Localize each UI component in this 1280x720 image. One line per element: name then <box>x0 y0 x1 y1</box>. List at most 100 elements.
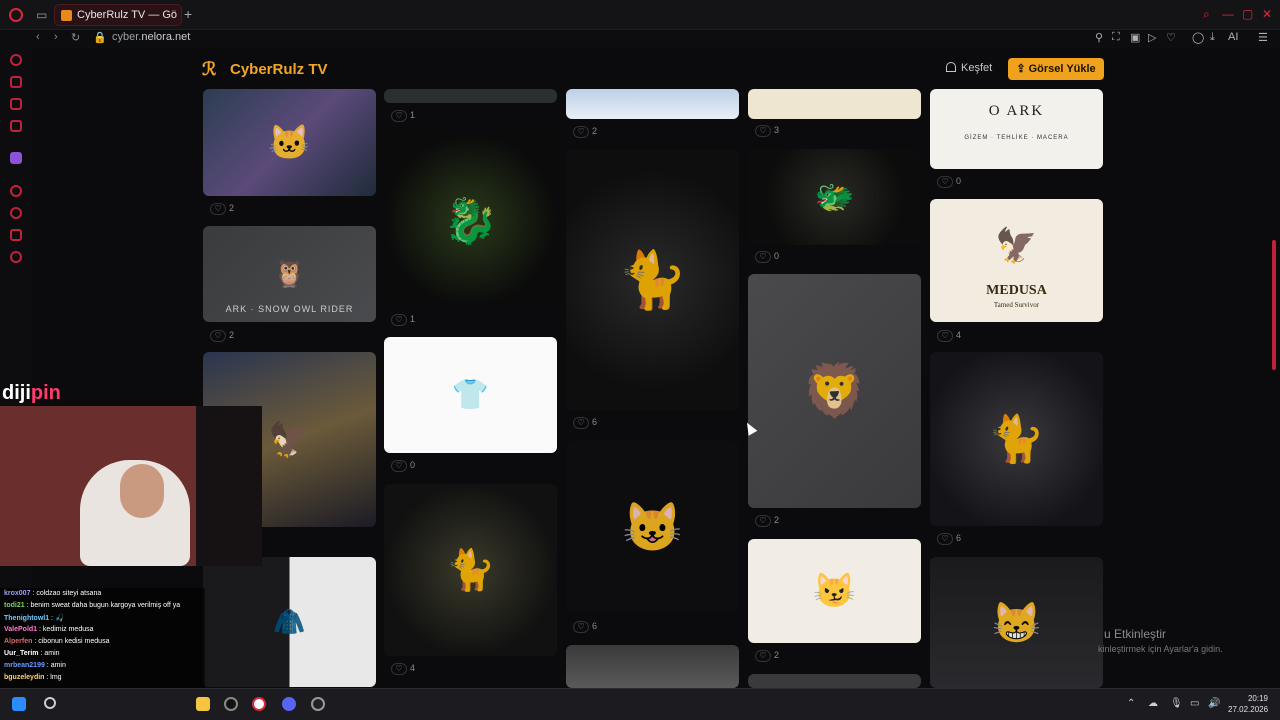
like-count: 6 <box>592 417 598 427</box>
like-counter[interactable]: ♡ 4 <box>937 330 961 344</box>
gallery-card[interactable]: 😺 <box>566 441 739 613</box>
minimize-icon[interactable]: — <box>1222 7 1234 21</box>
sidebar-player-icon[interactable] <box>10 185 22 197</box>
opera-taskbar-icon[interactable] <box>252 697 266 711</box>
tray-chevron-icon[interactable]: ⌃ <box>1127 698 1135 709</box>
streamer-head <box>120 464 164 518</box>
sidebar-settings-icon[interactable] <box>10 251 22 263</box>
like-counter[interactable]: ♡ 2 <box>573 126 597 140</box>
heart-icon: ♡ <box>210 330 226 342</box>
like-counter[interactable]: ♡ 1 <box>391 314 415 328</box>
tab-active[interactable]: CyberRulz TV — Görsel Paylaşım <box>54 4 182 26</box>
gallery-card[interactable]: 🦉 ARK · SNOW OWL RIDER <box>203 226 376 322</box>
sidebar-extensions-icon[interactable] <box>10 229 22 241</box>
snapshot-icon[interactable]: ⛶ <box>1112 31 1120 44</box>
gallery-card[interactable]: 🦅 MEDUSA Tamed Survivor <box>930 199 1103 322</box>
explore-link[interactable]: Keşfet <box>946 62 992 74</box>
cyberrulz-logo-icon[interactable]: ℛ <box>202 59 224 79</box>
like-counter[interactable]: ♡ 3 <box>755 125 779 139</box>
gallery-card[interactable]: 🐈 <box>384 484 557 656</box>
sidebar-refresh-icon[interactable] <box>10 54 22 66</box>
gallery-card[interactable]: 👕 <box>384 337 557 453</box>
obs-icon[interactable] <box>311 697 325 711</box>
like-counter[interactable]: ♡ 2 <box>210 203 234 217</box>
forward-icon[interactable]: › <box>54 31 58 43</box>
sidebar-messenger-icon[interactable] <box>10 98 22 110</box>
like-counter[interactable]: ♡ 1 <box>391 110 415 124</box>
chat-text: cibonun kedisi medusa <box>38 638 110 645</box>
taskbar-clock[interactable]: 20:19 27.02.2026 <box>1228 693 1268 715</box>
chat-user: krox007 <box>4 590 31 597</box>
gallery-card[interactable] <box>384 89 557 103</box>
tray-cloud-icon[interactable]: ☁ <box>1148 698 1158 709</box>
site-logo-text[interactable]: CyberRulz TV <box>230 61 328 78</box>
like-counter[interactable]: ♡ 0 <box>755 251 779 265</box>
back-icon[interactable]: ‹ <box>36 31 40 43</box>
menu-icon[interactable]: ☰ <box>1258 31 1268 44</box>
sidebar-whatsapp-icon[interactable] <box>10 120 22 132</box>
gallery-card[interactable]: O ARK GİZEM · TEHLİKE · MACERA <box>930 89 1103 169</box>
heart-icon: ♡ <box>573 126 589 138</box>
maximize-icon[interactable]: ▢ <box>1242 7 1253 21</box>
tray-monitor-icon[interactable]: ▭ <box>1190 698 1199 709</box>
start-menu-icon[interactable] <box>12 697 26 711</box>
heart-icon: ♡ <box>573 417 589 429</box>
like-counter[interactable]: ♡ 2 <box>755 515 779 529</box>
medusa-subtitle: Tamed Survivor <box>993 301 1040 309</box>
chat-user: bguzeleydin <box>4 674 45 681</box>
gallery-card[interactable]: 🧥 <box>203 557 376 687</box>
heart-icon[interactable]: ♡ <box>1166 31 1176 44</box>
gallery-card[interactable]: 😸 <box>930 557 1103 688</box>
pin-icon[interactable]: ⚲ <box>1095 31 1103 44</box>
tray-mic-icon[interactable]: 🎙 <box>1170 698 1183 709</box>
gallery-card[interactable]: 🐉 <box>384 134 557 307</box>
like-counter[interactable]: ♡ 6 <box>573 417 597 431</box>
heart-icon: ♡ <box>755 251 771 263</box>
like-counter[interactable]: ♡ 2 <box>210 330 234 344</box>
gallery-card[interactable]: 🐈 <box>566 149 739 411</box>
like-counter[interactable]: ♡ 6 <box>937 533 961 547</box>
like-counter[interactable]: ♡ 0 <box>937 176 961 190</box>
gallery-card[interactable]: 🐲 <box>748 149 921 245</box>
like-count: 1 <box>410 314 416 324</box>
gallery-card[interactable] <box>748 674 921 688</box>
profile-icon[interactable]: ◯ <box>1192 31 1204 44</box>
sidebar-twitch-icon[interactable] <box>10 152 22 164</box>
steam-icon[interactable] <box>224 697 238 711</box>
upload-image-button[interactable]: ⇪ Görsel Yükle <box>1008 58 1104 80</box>
url-field[interactable]: cyber.nelora.net <box>112 31 190 43</box>
file-explorer-icon[interactable] <box>196 697 210 711</box>
gallery-card[interactable]: 🐈 <box>930 352 1103 526</box>
gallery-card[interactable] <box>566 89 739 119</box>
sidebar-home-icon[interactable] <box>10 76 22 88</box>
gallery-card[interactable]: 😼 <box>748 539 921 643</box>
discord-icon[interactable] <box>282 697 296 711</box>
sidebar-history-icon[interactable] <box>10 207 22 219</box>
like-counter[interactable]: ♡ 0 <box>391 460 415 474</box>
aria-ai-button[interactable]: AI <box>1228 31 1238 43</box>
download-icon[interactable]: ⤓ <box>1210 31 1215 44</box>
like-count: 2 <box>592 126 598 136</box>
search-icon[interactable]: ⌕ <box>1203 7 1210 22</box>
taskbar-search-icon[interactable] <box>44 697 56 709</box>
gallery-card[interactable] <box>566 645 739 688</box>
windows-taskbar <box>0 688 1280 720</box>
gallery-card[interactable] <box>748 89 921 119</box>
new-tab-button[interactable]: + <box>184 6 192 22</box>
gallery-card[interactable]: 🦁 <box>748 274 921 508</box>
player-icon[interactable]: ▷ <box>1148 31 1156 44</box>
page-scrollbar[interactable] <box>1272 240 1276 370</box>
webcam-overlay <box>0 406 262 566</box>
like-counter[interactable]: ♡ 6 <box>573 621 597 635</box>
cat-artwork-icon: 🐱 <box>268 123 311 162</box>
tray-volume-icon[interactable]: 🔊 <box>1208 698 1220 709</box>
close-icon[interactable]: ✕ <box>1262 7 1272 21</box>
reload-icon[interactable]: ↻ <box>71 31 80 44</box>
chat-message: mrbean2199 : amin <box>4 662 66 669</box>
gallery-card[interactable]: 🐱 <box>203 89 376 196</box>
tab-manager-icon[interactable]: ▭ <box>36 8 47 22</box>
like-counter[interactable]: ♡ 4 <box>391 663 415 677</box>
like-counter[interactable]: ♡ 2 <box>755 650 779 664</box>
wallet-icon[interactable]: ▣ <box>1130 31 1140 44</box>
opera-logo-icon[interactable] <box>9 8 23 22</box>
